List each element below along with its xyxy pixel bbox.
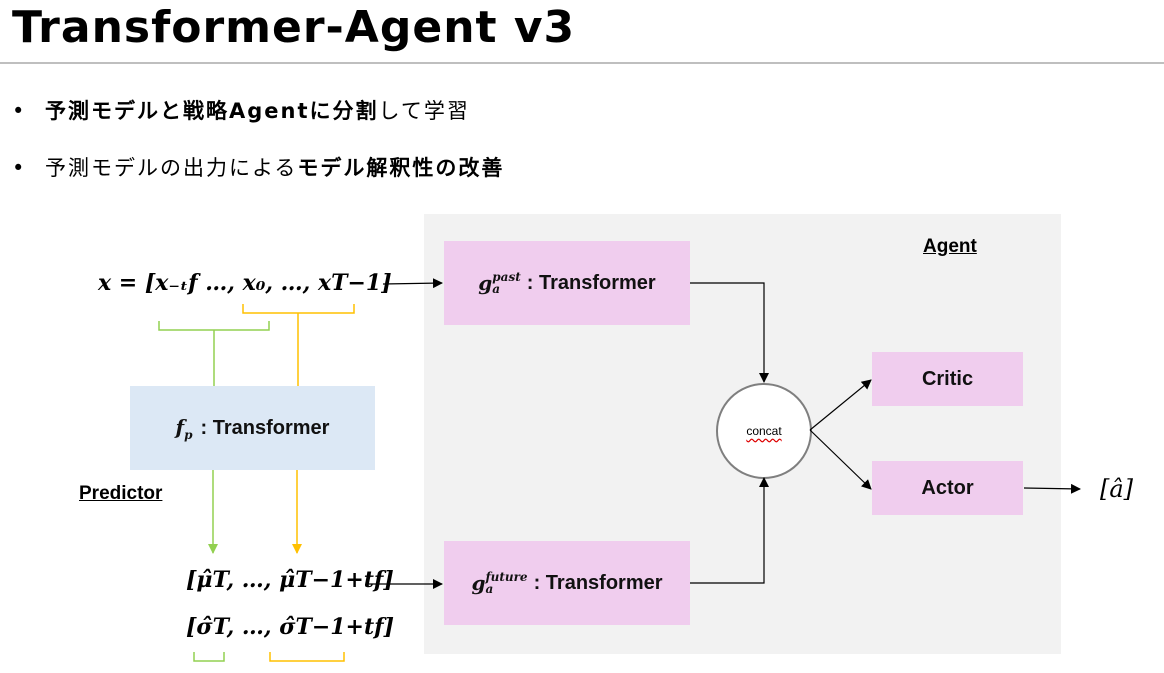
arrow-actor-to-output: [1023, 483, 1081, 494]
arrow-input-to-past: [382, 278, 443, 289]
arrow-past-to-concat: [690, 282, 769, 383]
arrow-concat-to-critic: [809, 379, 872, 431]
orange-bracket-output: [269, 652, 345, 662]
green-bracket-input: [158, 321, 270, 331]
orange-bracket-input: [242, 304, 355, 314]
green-bracket-output: [193, 652, 225, 662]
arrow-future-to-concat: [690, 477, 769, 584]
arrow-concat-to-actor: [809, 429, 872, 490]
diagram-connectors: [158, 278, 1081, 662]
